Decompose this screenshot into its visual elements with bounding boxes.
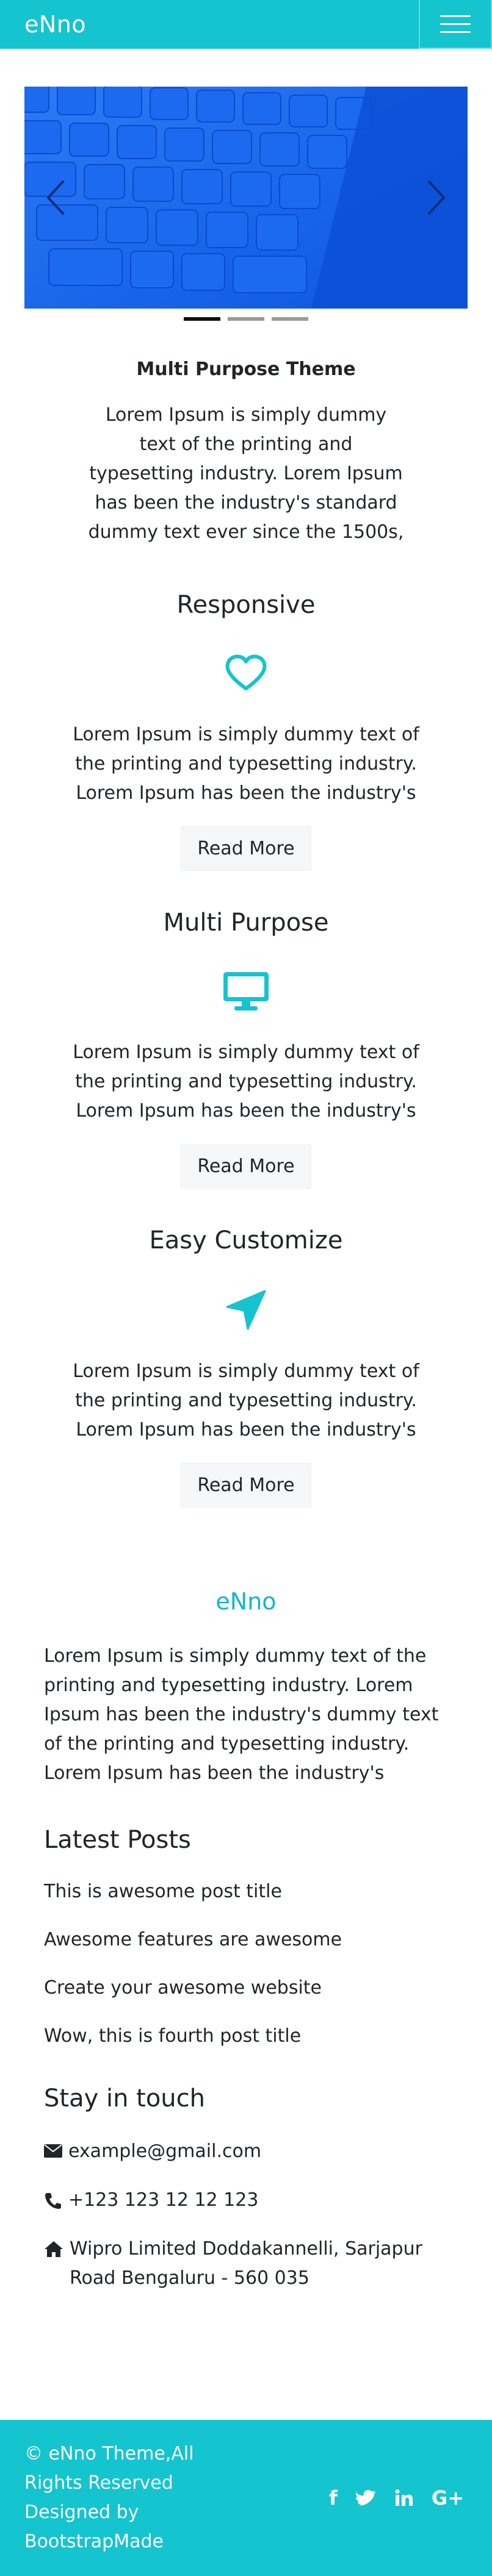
keyboard-image (24, 87, 468, 309)
navbar: eNno (0, 0, 492, 49)
desktop-icon (223, 972, 269, 1011)
chevron-left-icon (46, 181, 64, 215)
facebook-icon[interactable]: f (329, 2486, 338, 2510)
heart-icon (225, 654, 267, 690)
read-more-button[interactable]: Read More (181, 1144, 311, 1189)
post-link[interactable]: Create your awesome website (44, 1977, 448, 1998)
location-arrow-icon (226, 1290, 266, 1330)
latest-posts-list: This is awesome post title Awesome featu… (44, 1881, 448, 2047)
intro-title: Multi Purpose Theme (136, 359, 356, 380)
latest-posts-heading: Latest Posts (44, 1826, 191, 1854)
footer-bottom-bar: © eNno Theme,All Rights Reserved Designe… (0, 2420, 492, 2576)
footer-about-text: Lorem Ipsum is simply dummy text of the … (44, 1645, 439, 1784)
social-links: f G+ (329, 2486, 464, 2510)
chevron-right-icon (428, 181, 446, 215)
menu-toggle-button[interactable] (419, 0, 492, 49)
post-link[interactable]: Awesome features are awesome (44, 1929, 448, 1950)
contact-phone: +123 123 12 12 123 (44, 2186, 448, 2215)
contact-list: example@gmail.com +123 123 12 12 123 Wip… (44, 2137, 448, 2293)
carousel-indicator-1[interactable] (184, 317, 220, 321)
hamburger-icon-bar (440, 15, 471, 17)
read-more-button[interactable]: Read More (181, 1463, 311, 1508)
twitter-bird-icon (355, 2490, 376, 2506)
email-text[interactable]: example@gmail.com (68, 2137, 261, 2166)
feature-text: Lorem Ipsum is simply dummy text of the … (73, 724, 419, 804)
phone-text[interactable]: +123 123 12 12 123 (68, 2186, 258, 2215)
google-plus-icon[interactable]: G+ (432, 2486, 464, 2510)
feature-text: Lorem Ipsum is simply dummy text of the … (73, 1361, 419, 1440)
envelope-icon (44, 2144, 62, 2158)
feature-text: Lorem Ipsum is simply dummy text of the … (73, 1042, 419, 1122)
feature-responsive: Responsive Lorem Ipsum is simply dummy t… (0, 591, 492, 871)
carousel-indicators (0, 317, 492, 321)
home-icon (45, 2241, 63, 2257)
phone-icon (45, 2193, 61, 2209)
contact-email: example@gmail.com (44, 2137, 448, 2166)
hero-carousel (24, 87, 468, 309)
brand-logo[interactable]: eNno (24, 11, 86, 38)
feature-title: Easy Customize (149, 1226, 343, 1254)
hamburger-icon-bar (440, 30, 471, 33)
contact-address: Wipro Limited Doddakannelli, Sarjapur Ro… (44, 2234, 448, 2293)
read-more-button[interactable]: Read More (181, 826, 311, 871)
stay-in-touch-heading: Stay in touch (44, 2084, 206, 2113)
hamburger-icon-bar (440, 23, 471, 25)
feature-title: Multi Purpose (163, 909, 329, 937)
carousel-prev-button[interactable] (37, 173, 73, 222)
intro-text: Lorem Ipsum is simply dummy text of the … (88, 404, 404, 543)
feature-title: Responsive (176, 591, 316, 619)
carousel-indicator-2[interactable] (228, 317, 264, 321)
footer-brand[interactable]: eNno (0, 1588, 492, 1615)
feature-multi-purpose: Multi Purpose Lorem Ipsum is simply dumm… (0, 909, 492, 1189)
address-text: Wipro Limited Doddakannelli, Sarjapur Ro… (70, 2238, 422, 2289)
post-link[interactable]: Wow, this is fourth post title (44, 2025, 448, 2047)
carousel-indicator-3[interactable] (272, 317, 308, 321)
linkedin-icon[interactable] (395, 2489, 413, 2506)
post-link[interactable]: This is awesome post title (44, 1881, 448, 1902)
carousel-next-button[interactable] (419, 173, 455, 222)
feature-easy-customize: Easy Customize Lorem Ipsum is simply dum… (0, 1226, 492, 1508)
twitter-icon[interactable] (355, 2489, 377, 2506)
linkedin-logo-icon (395, 2489, 413, 2506)
copyright-text: © eNno Theme,All Rights Reserved Designe… (24, 2443, 194, 2552)
